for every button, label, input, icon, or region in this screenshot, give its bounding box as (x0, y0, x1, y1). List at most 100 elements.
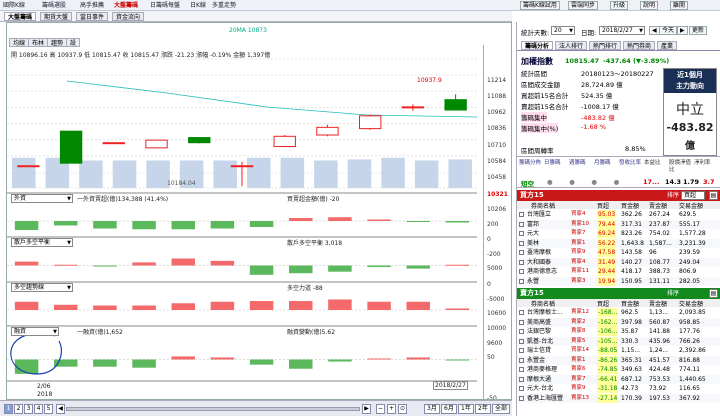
row-checkbox[interactable] (519, 259, 524, 265)
tab-money-flow[interactable]: 資金流向 (112, 12, 145, 21)
row-checkbox[interactable] (519, 376, 524, 382)
tab-inst-rank[interactable]: 法人排行 (555, 41, 588, 50)
row-checkbox[interactable] (519, 250, 524, 255)
buy-menu-icon[interactable]: ▤ (709, 191, 718, 200)
panel1-select[interactable]: 外資 (11, 194, 73, 203)
row-checkbox[interactable] (519, 221, 524, 227)
stat-days-select[interactable]: 20 (551, 26, 575, 35)
row-checkbox[interactable] (519, 240, 524, 246)
next-day-icon[interactable]: ▶ (677, 26, 688, 35)
row-checkbox[interactable] (519, 212, 524, 217)
table-row[interactable]: 永豐 賣家3 19.94 150.95 131.11 282.05 (517, 276, 720, 286)
sell-menu-icon[interactable]: ▤ (709, 289, 718, 298)
menu-item-multi-trend[interactable]: 多重走勢 (212, 1, 236, 10)
tab-events[interactable]: 當日事件 (76, 12, 109, 21)
row-checkbox[interactable] (519, 367, 524, 372)
menu-item-daily-chips[interactable]: 日籌碼每盤 (150, 1, 180, 10)
table-row[interactable]: 元大-台北 賣家9 -31.18 42.73 73.92 116.65 (517, 384, 720, 393)
menu-item-chip-picker[interactable]: 籌碼選股 (42, 1, 66, 10)
table-row[interactable]: 凱基-台北 賣家5 -105... 330.3 435.96 766.26 (517, 336, 720, 346)
scroll-right-icon[interactable]: ▶ (362, 404, 371, 414)
table-row[interactable]: 永豐金 賣家1 -86.26 365.31 451.57 816.88 (517, 355, 720, 365)
tab-hot-brokers[interactable]: 熱門券商 (623, 41, 656, 50)
table-row[interactable]: 美林 賣家1 56.22 1,643.8 1,587... 3,231.39 (517, 238, 720, 248)
tab-chip-analysis[interactable]: 籌碼分析 (521, 41, 554, 50)
panel2-select[interactable]: 散戶多空平衡 (11, 238, 73, 247)
table-row[interactable]: 富邦 賣家10 79.44 317.31 237.87 555.17 (517, 219, 720, 229)
menu-item-intl-kline[interactable]: 國際K線 (3, 1, 25, 10)
row-checkbox[interactable] (519, 310, 524, 315)
scrollbar-track[interactable] (66, 407, 360, 411)
range-all[interactable]: 全部 (492, 404, 511, 414)
table-row[interactable]: 瑞士信貸 買家14 -88.05 1,15... 1,24... 2,392.86 (517, 346, 720, 355)
table-row[interactable]: 港商德意志 賣家11 29.44 418.17 388.73 806.9 (517, 267, 720, 276)
panel3-select[interactable]: 多空趨勢線 (11, 283, 73, 292)
menu-item-daily-kline[interactable]: 日K線 (190, 1, 206, 10)
toggle-ma[interactable]: 均線 (9, 38, 30, 47)
panel-axis-tick: 10600 (487, 310, 507, 317)
row-checkbox[interactable] (519, 357, 524, 363)
page-1[interactable]: 1 (4, 404, 13, 414)
menu-item-expert[interactable]: 高手推薦 (80, 1, 104, 10)
row-checkbox[interactable] (519, 231, 524, 236)
toggle-trend[interactable]: 趨勢 (47, 38, 68, 47)
tab-futures[interactable]: 期貨大盤 (40, 12, 73, 21)
date-select[interactable]: 2018/2/27 (599, 26, 645, 35)
range-1y[interactable]: 1年 (458, 404, 474, 414)
panel-bar (328, 359, 352, 362)
tab-market-chips[interactable]: 大盤籌碼 (4, 12, 37, 21)
exit-button[interactable]: 離開 (670, 1, 689, 10)
range-6m[interactable]: 6月 (441, 404, 457, 414)
chart-area[interactable]: 20MA 10873 均線 布林 趨勢 設 開 10896.16 高 10937… (6, 22, 512, 400)
buy-sort-select[interactable]: 買超 (681, 191, 706, 200)
table-row[interactable]: 大和國泰 賣家4 31.49 140.27 108.77 249.04 (517, 257, 720, 267)
panel4-select[interactable]: 融資 (11, 327, 59, 336)
zoom-reset-icon[interactable]: ⊙ (398, 404, 407, 414)
help-button[interactable]: 說明 (640, 1, 659, 10)
table-row[interactable]: 台灣匯立 買家4 95.03 362.26 267.24 629.5 (517, 210, 720, 219)
broker-name: 台灣匯立 (527, 211, 552, 218)
broker-tag: 賣家4 (571, 258, 586, 265)
cloud-sync-button[interactable]: 雲端同步 (568, 1, 599, 10)
page-3[interactable]: 3 (24, 404, 33, 414)
row-checkbox[interactable] (519, 269, 524, 274)
row-checkbox[interactable] (519, 395, 524, 401)
broker-name: 港商德意志 (527, 268, 558, 275)
row-checkbox[interactable] (519, 329, 524, 334)
row-checkbox[interactable] (519, 319, 524, 325)
table-row[interactable]: 臺灣摩根 買家9 47.58 143.58 96 239.59 (517, 248, 720, 257)
toggle-bollinger[interactable]: 布林 (28, 38, 49, 47)
refresh-button[interactable]: 更新 (689, 26, 708, 35)
sell-amount: 435.96 (649, 337, 670, 345)
tab-hot-rank[interactable]: 熱門排行 (589, 41, 622, 50)
zoom-out-icon[interactable]: − (376, 404, 385, 414)
net-amount: -162... (597, 317, 619, 327)
menu-item-market-chips[interactable]: 大盤籌碼 (114, 1, 138, 10)
upgrade-button[interactable]: 升級 (610, 1, 629, 10)
sell-sort-label: 排序 (667, 290, 680, 297)
table-row[interactable]: 美商高盛 賣家2 -162... 397.98 560.87 958.85 (517, 317, 720, 327)
page-5[interactable]: 5 (44, 404, 53, 414)
range-2y[interactable]: 2年 (475, 404, 491, 414)
table-row[interactable]: 元大 賣家7 69.24 823.26 754.02 1,577.28 (517, 229, 720, 238)
table-row[interactable]: 台灣摩根士... 賣家12 -168... 962.5 1,13... 2,093.85 (517, 308, 720, 317)
tab-industry[interactable]: 產業 (657, 41, 678, 50)
today-button[interactable]: 今天 (659, 26, 678, 35)
page-4[interactable]: 4 (34, 404, 43, 414)
panel-bar (367, 358, 391, 360)
toggle-settings[interactable]: 設 (66, 38, 81, 47)
page-2[interactable]: 2 (14, 404, 23, 414)
zoom-in-icon[interactable]: + (387, 404, 396, 414)
row-checkbox[interactable] (519, 348, 524, 353)
trial-button[interactable]: 籌碼K線試用 (520, 1, 560, 10)
table-row[interactable]: 摩根大通 賣家7 -66.41 687.12 753.53 1,440.65 (517, 374, 720, 384)
row-checkbox[interactable] (519, 386, 524, 391)
table-row[interactable]: 法銀巴黎 賣家8 -106... 35.87 141.88 177.76 (517, 327, 720, 336)
table-row[interactable]: 香港上海匯豐 賣家13 -27.14 170.39 197.53 367.92 (517, 393, 720, 403)
broker-tag: 買家9 (571, 249, 586, 255)
row-checkbox[interactable] (519, 278, 524, 284)
table-row[interactable]: 港商麥格理 賣家6 -74.85 349.63 424.48 774.11 (517, 365, 720, 374)
scroll-left-icon[interactable]: ◀ (56, 404, 65, 414)
range-3m[interactable]: 3月 (424, 404, 440, 414)
row-checkbox[interactable] (519, 338, 524, 344)
